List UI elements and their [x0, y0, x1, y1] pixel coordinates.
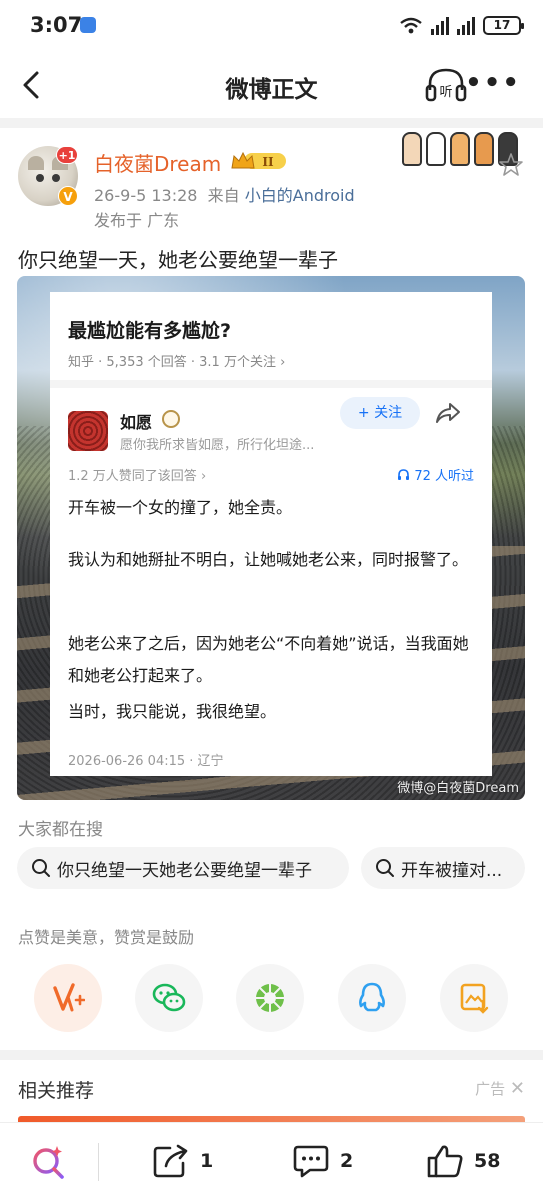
- badge-icon: [162, 410, 180, 428]
- close-icon[interactable]: ✕: [510, 1078, 525, 1099]
- question-title: 最尴尬能有多尴尬?: [68, 320, 232, 342]
- search-chip-label: 你只绝望一天她老公要绝望一辈子: [57, 860, 312, 881]
- more-icon[interactable]: •••: [465, 70, 521, 96]
- ai-search-icon[interactable]: [30, 1143, 68, 1181]
- plus-badge: +1: [56, 146, 78, 164]
- comment-button[interactable]: 2: [292, 1143, 353, 1179]
- post-meta: 26-9-5 13:28 来自 小白的Android: [94, 182, 355, 206]
- bottom-action-bar: 1 2 58: [0, 1122, 543, 1200]
- wechat-icon: [152, 983, 186, 1012]
- paw-sticker: [402, 132, 422, 166]
- post-location: 发布于 广东: [94, 211, 180, 230]
- answer-paragraph: 我认为和她掰扯不明白，让她喊她老公来，同时报警了。: [68, 550, 469, 569]
- comment-icon: [293, 1145, 329, 1178]
- status-time: 3:07: [30, 13, 83, 37]
- moments-share-button[interactable]: [236, 964, 304, 1032]
- thumbs-up-icon: [427, 1145, 463, 1178]
- ad-label[interactable]: 广告 ✕: [475, 1078, 525, 1099]
- status-indicators: 17: [399, 16, 524, 35]
- listeners-count: 72 人听过: [414, 469, 474, 484]
- search-chip[interactable]: 开车被撞对...: [361, 847, 525, 889]
- listen-icon[interactable]: 听: [424, 66, 468, 106]
- search-chip-label: 开车被撞对...: [401, 860, 503, 881]
- verified-badge: V: [58, 186, 78, 206]
- reward-icon: [53, 983, 85, 1012]
- answer-paragraph: 当时，我只能说，我很绝望。: [68, 702, 277, 721]
- notification-app-icon: [80, 17, 96, 33]
- repost-count: 1: [200, 1150, 214, 1172]
- reward-label: 点赞是美意，赞赏是鼓励: [18, 928, 195, 947]
- paw-sticker: [426, 132, 446, 166]
- search-icon: [32, 859, 50, 877]
- reward-button[interactable]: [34, 964, 102, 1032]
- post-date: 26-9-5 13:28: [94, 186, 198, 205]
- question-meta: 知乎 · 5,353 个回答 · 3.1 万个关注 ›: [68, 355, 286, 370]
- source-prefix: 来自: [207, 186, 240, 205]
- answerer-bio: 愿你我所求皆如愿，所行化坦途...: [120, 438, 315, 453]
- vip-level: II: [262, 155, 274, 169]
- answer-date: 2026-06-26 04:15 · 辽宁: [68, 754, 224, 769]
- answerer-name: 如愿: [120, 413, 153, 432]
- qq-share-button[interactable]: [338, 964, 406, 1032]
- answer-likes: 1.2 万人赞同了该回答 ›: [68, 469, 207, 484]
- battery-icon: 17: [483, 16, 524, 35]
- top-nav: 微博正文 听 •••: [0, 52, 543, 118]
- status-bar: 3:07 17: [0, 0, 543, 52]
- username[interactable]: 白夜菌Dream: [94, 148, 221, 177]
- ad-text: 广告: [475, 1080, 506, 1098]
- share-row: [0, 964, 543, 1034]
- signal-icon-2: [457, 16, 475, 35]
- answerer-avatar: [68, 411, 108, 451]
- divider: [98, 1143, 99, 1181]
- signal-icon: [431, 16, 449, 35]
- like-count: 58: [474, 1150, 501, 1172]
- trending-search-label: 大家都在搜: [18, 820, 103, 840]
- divider: [50, 380, 492, 388]
- search-chip[interactable]: 你只绝望一天她老公要绝望一辈子: [17, 847, 349, 889]
- follow-button: + 关注: [340, 397, 420, 429]
- moments-icon: [256, 984, 284, 1012]
- image-watermark: 微博@白夜菌Dream: [397, 781, 519, 796]
- qq-icon: [359, 982, 385, 1012]
- search-icon: [376, 859, 394, 877]
- recommend-title: 相关推荐: [18, 1080, 95, 1102]
- divider: [0, 118, 543, 128]
- share-arrow-icon: [436, 403, 460, 423]
- save-image-icon: [460, 983, 489, 1014]
- listen-label: 听: [439, 85, 452, 100]
- answer-paragraph: 开车被一个女的撞了，她全责。: [68, 498, 293, 517]
- paw-sticker: [474, 132, 494, 166]
- paw-sticker: [450, 132, 470, 166]
- star-icon[interactable]: [498, 152, 524, 178]
- divider: [0, 1050, 543, 1060]
- like-button[interactable]: 58: [426, 1143, 500, 1179]
- answer-paragraph: 她老公来了之后，因为她老公“不向着她”说话，当我面她和她老公打起来了。: [68, 634, 469, 685]
- zhihu-screenshot: 最尴尬能有多尴尬? 知乎 · 5,353 个回答 · 3.1 万个关注 › 如愿…: [50, 292, 492, 776]
- save-image-button[interactable]: [440, 964, 508, 1032]
- repost-button[interactable]: 1: [152, 1143, 213, 1179]
- post-image[interactable]: 最尴尬能有多尴尬? 知乎 · 5,353 个回答 · 3.1 万个关注 › 如愿…: [17, 276, 525, 800]
- vip-crown-badge[interactable]: II: [230, 150, 288, 172]
- post-source[interactable]: 小白的Android: [245, 186, 355, 205]
- wechat-share-button[interactable]: [135, 964, 203, 1032]
- comment-count: 2: [340, 1150, 354, 1172]
- headphones-icon: [398, 469, 410, 480]
- wifi-icon: [400, 17, 422, 33]
- repost-icon: [153, 1144, 188, 1178]
- post-text: 你只绝望一天，她老公要绝望一辈子: [18, 248, 338, 272]
- answer-listeners: 72 人听过: [397, 465, 474, 484]
